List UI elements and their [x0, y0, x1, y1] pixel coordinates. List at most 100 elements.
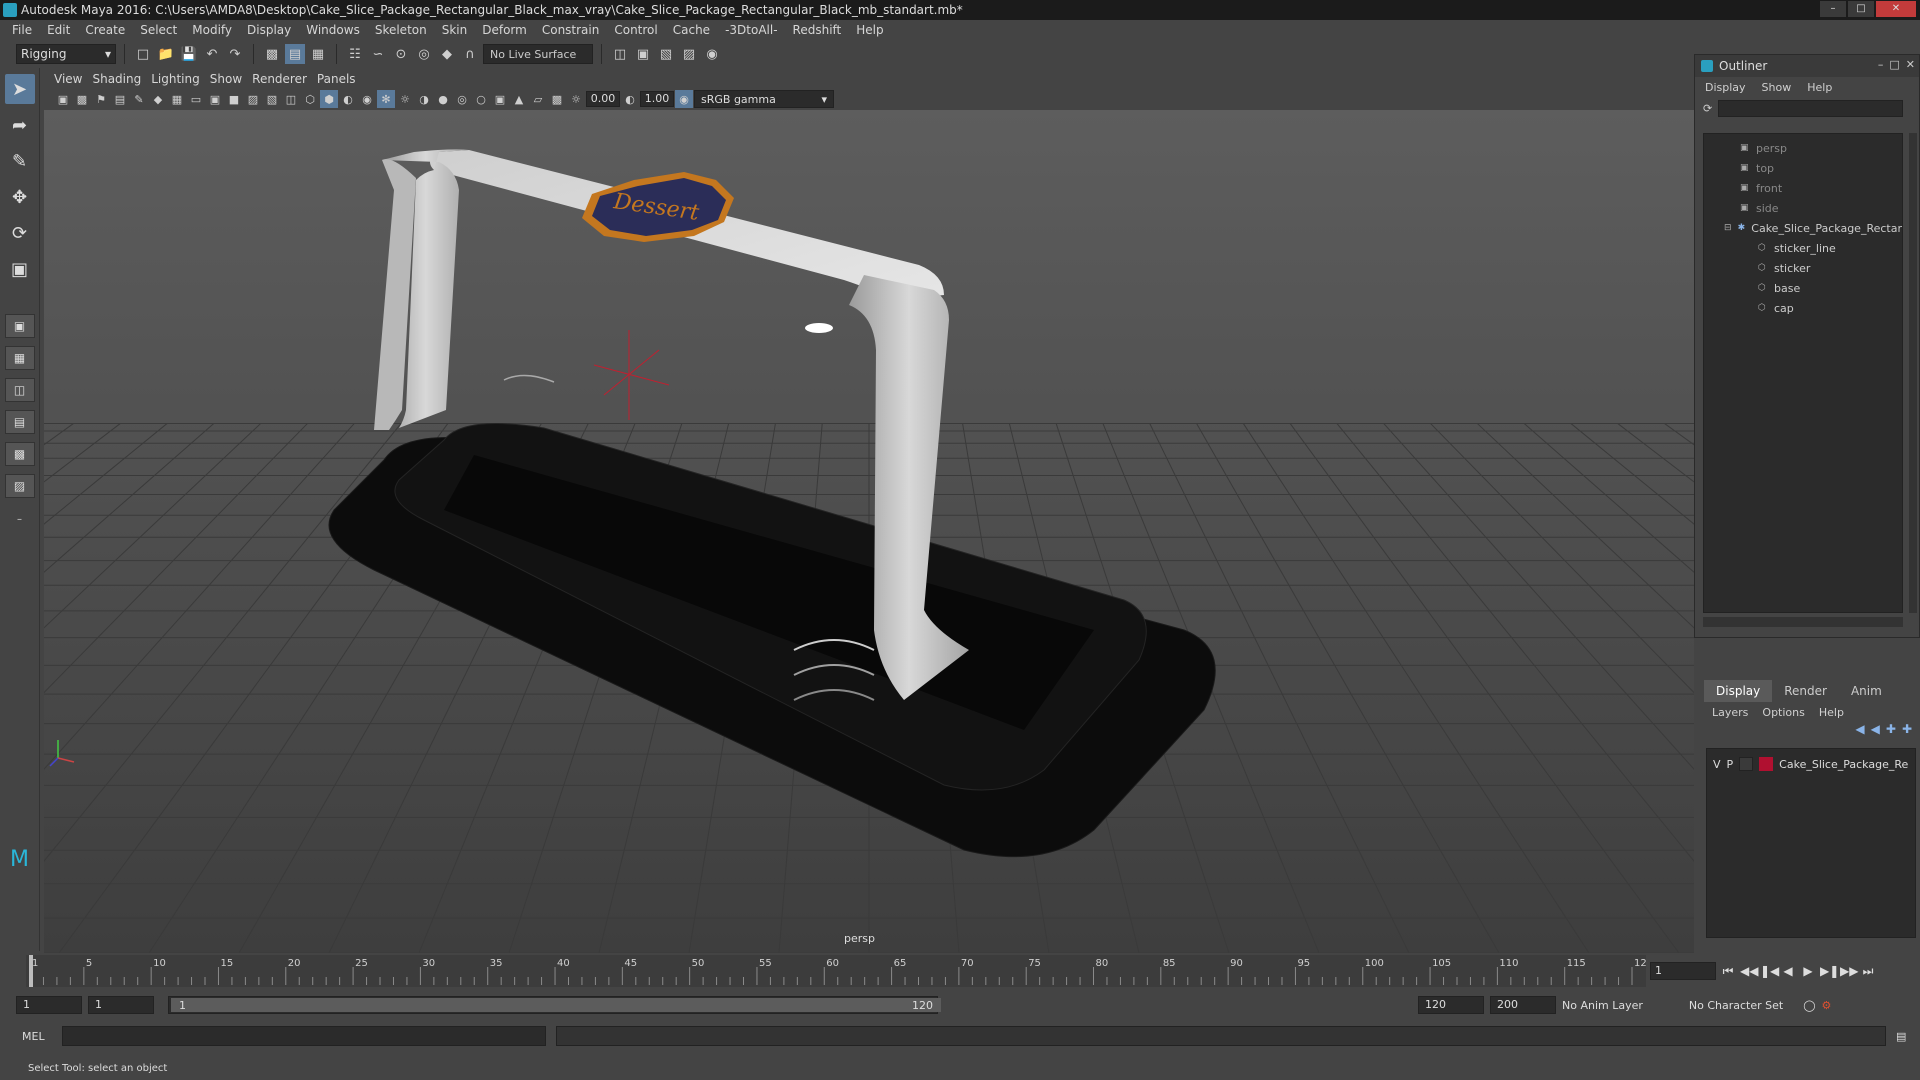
hypershade-icon[interactable]: ◉: [702, 44, 722, 64]
gate-mask-icon[interactable]: ■: [225, 90, 243, 108]
live-surface-field[interactable]: No Live Surface: [483, 44, 593, 64]
new-scene-icon[interactable]: □: [133, 44, 153, 64]
outliner-menu-show[interactable]: Show: [1762, 81, 1792, 94]
safe-action-icon[interactable]: ▧: [263, 90, 281, 108]
render-view-icon[interactable]: ▨: [679, 44, 699, 64]
resolution-gate-icon[interactable]: ▣: [206, 90, 224, 108]
image-plane-icon[interactable]: ▤: [111, 90, 129, 108]
wireframe-icon[interactable]: ⬡: [301, 90, 319, 108]
select-tool-icon[interactable]: ➤: [4, 74, 35, 104]
panel-menu-shading[interactable]: Shading: [92, 72, 151, 86]
outliner-item-sticker[interactable]: ⬡ sticker: [1704, 258, 1902, 278]
graph-layout-icon[interactable]: ▩: [4, 442, 35, 466]
grease-pencil-icon[interactable]: ✎: [130, 90, 148, 108]
exposure-icon[interactable]: ☼: [567, 90, 585, 108]
maximize-icon[interactable]: □: [1889, 58, 1899, 71]
go-to-end-icon[interactable]: ⏭: [1860, 964, 1876, 979]
menu-select[interactable]: Select: [134, 23, 186, 37]
play-backward-icon[interactable]: ◀: [1780, 964, 1796, 978]
panel-menu-lighting[interactable]: Lighting: [151, 72, 210, 86]
layer-row[interactable]: V P Cake_Slice_Package_Re: [1707, 755, 1915, 773]
four-pane-layout-icon[interactable]: ▦: [4, 346, 35, 370]
snap-curve-icon[interactable]: ∽: [368, 44, 388, 64]
move-tool-icon[interactable]: ✥: [5, 182, 35, 212]
ipr-render-icon[interactable]: ▧: [656, 44, 676, 64]
layer-name[interactable]: Cake_Slice_Package_Re: [1779, 758, 1908, 771]
preferences-icon[interactable]: ⚙: [1822, 999, 1832, 1012]
range-slider[interactable]: 1 120: [168, 996, 941, 1014]
open-scene-icon[interactable]: 📁: [156, 44, 176, 64]
select-object-icon[interactable]: ▤: [285, 44, 305, 64]
select-component-icon[interactable]: ▦: [308, 44, 328, 64]
outliner-menu-help[interactable]: Help: [1807, 81, 1832, 94]
layer-menu-options[interactable]: Options: [1762, 706, 1804, 719]
render-settings-icon[interactable]: ◫: [610, 44, 630, 64]
new-layer-selected-icon[interactable]: ✚: [1902, 722, 1912, 742]
outliner-vertical-scrollbar[interactable]: [1909, 133, 1917, 613]
refresh-icon[interactable]: ⟳: [1703, 102, 1712, 115]
menu-windows[interactable]: Windows: [300, 23, 369, 37]
outliner-item-top[interactable]: ▣ top: [1704, 158, 1902, 178]
outliner-item-group[interactable]: ⊟ ✱ Cake_Slice_Package_Rectar: [1704, 218, 1902, 238]
wireframe-on-shaded-icon[interactable]: ◐: [339, 90, 357, 108]
current-time-marker[interactable]: [29, 955, 33, 987]
range-slider-handle[interactable]: 1 120: [171, 998, 941, 1012]
layer-menu-help[interactable]: Help: [1819, 706, 1844, 719]
undo-icon[interactable]: ↶: [202, 44, 222, 64]
time-slider[interactable]: 1 5 10 15 20 25 30 35 40 45 50 55 60 65 70 75 80 85 90 95 10…: [26, 955, 1646, 987]
outliner-item-front[interactable]: ▣ front: [1704, 178, 1902, 198]
render-frame-icon[interactable]: ▣: [633, 44, 653, 64]
script-editor-icon[interactable]: ▤: [1896, 1030, 1906, 1043]
outliner-menu-display[interactable]: Display: [1705, 81, 1746, 94]
collapse-icon[interactable]: –: [5, 504, 35, 534]
collapse-minus-icon[interactable]: ⊟: [1724, 223, 1734, 233]
playback-start-field[interactable]: 1: [88, 996, 154, 1014]
xray-icon[interactable]: ▲: [510, 90, 528, 108]
outliner-item-persp[interactable]: ▣ persp: [1704, 138, 1902, 158]
layer-playback-toggle[interactable]: P: [1727, 758, 1734, 771]
grid-toggle-icon[interactable]: ▦: [168, 90, 186, 108]
shadows-icon[interactable]: ☼: [396, 90, 414, 108]
panel-menu-panels[interactable]: Panels: [317, 72, 366, 86]
outliner-layout-icon[interactable]: ▤: [4, 410, 35, 434]
rotate-tool-icon[interactable]: ⟳: [5, 218, 35, 248]
close-button[interactable]: ✕: [1876, 1, 1916, 17]
menu-create[interactable]: Create: [79, 23, 134, 37]
tab-anim[interactable]: Anim: [1839, 680, 1894, 702]
outliner-titlebar[interactable]: Outliner – □ ✕: [1695, 55, 1919, 77]
outliner-tree[interactable]: ▣ persp ▣ top ▣ front ▣ side ⊟ ✱ Cake_Slice_Pa…: [1703, 133, 1903, 613]
gamma-field[interactable]: 1.00: [640, 91, 674, 107]
bookmark-icon[interactable]: ⚑: [92, 90, 110, 108]
base-tray-mesh[interactable]: [328, 374, 1216, 858]
playback-end-field[interactable]: 120: [1418, 996, 1484, 1014]
panel-menu-renderer[interactable]: Renderer: [252, 72, 317, 86]
step-forward-key-icon[interactable]: ▶▶: [1840, 964, 1858, 978]
play-forward-icon[interactable]: ▶: [1800, 964, 1816, 978]
move-layer-up-icon[interactable]: ◀: [1855, 722, 1864, 742]
animation-end-field[interactable]: 200: [1490, 996, 1556, 1014]
save-scene-icon[interactable]: 💾: [179, 44, 199, 64]
outliner-item-side[interactable]: ▣ side: [1704, 198, 1902, 218]
anim-layer-dropdown[interactable]: No Anim Layer: [1562, 999, 1643, 1012]
current-frame-field[interactable]: 1: [1650, 962, 1716, 980]
anti-aliasing-icon[interactable]: ◎: [453, 90, 471, 108]
menu-3dtoall[interactable]: -3DtoAll-: [719, 23, 786, 37]
gamma-icon[interactable]: ◐: [621, 90, 639, 108]
menu-skeleton[interactable]: Skeleton: [369, 23, 436, 37]
scene-canvas[interactable]: Dessert: [44, 110, 1694, 953]
menu-constrain[interactable]: Constrain: [536, 23, 609, 37]
move-layer-down-icon[interactable]: ◀: [1871, 722, 1880, 742]
scale-tool-icon[interactable]: ▣: [5, 254, 35, 284]
command-input[interactable]: [62, 1026, 546, 1046]
single-pane-layout-icon[interactable]: ▣: [4, 314, 35, 338]
camera-icon[interactable]: ▣: [54, 90, 72, 108]
menu-edit[interactable]: Edit: [41, 23, 79, 37]
select-hierarchy-icon[interactable]: ▩: [262, 44, 282, 64]
paint-select-tool-icon[interactable]: ✎: [5, 146, 35, 176]
step-back-frame-icon[interactable]: ❚◀: [1760, 964, 1779, 978]
magnet-icon[interactable]: ∩: [460, 44, 480, 64]
layer-menu-layers[interactable]: Layers: [1712, 706, 1748, 719]
auto-key-icon[interactable]: ◯: [1803, 999, 1815, 1012]
layer-visibility-toggle[interactable]: V: [1713, 758, 1721, 771]
xray-active-icon[interactable]: ▱: [529, 90, 547, 108]
